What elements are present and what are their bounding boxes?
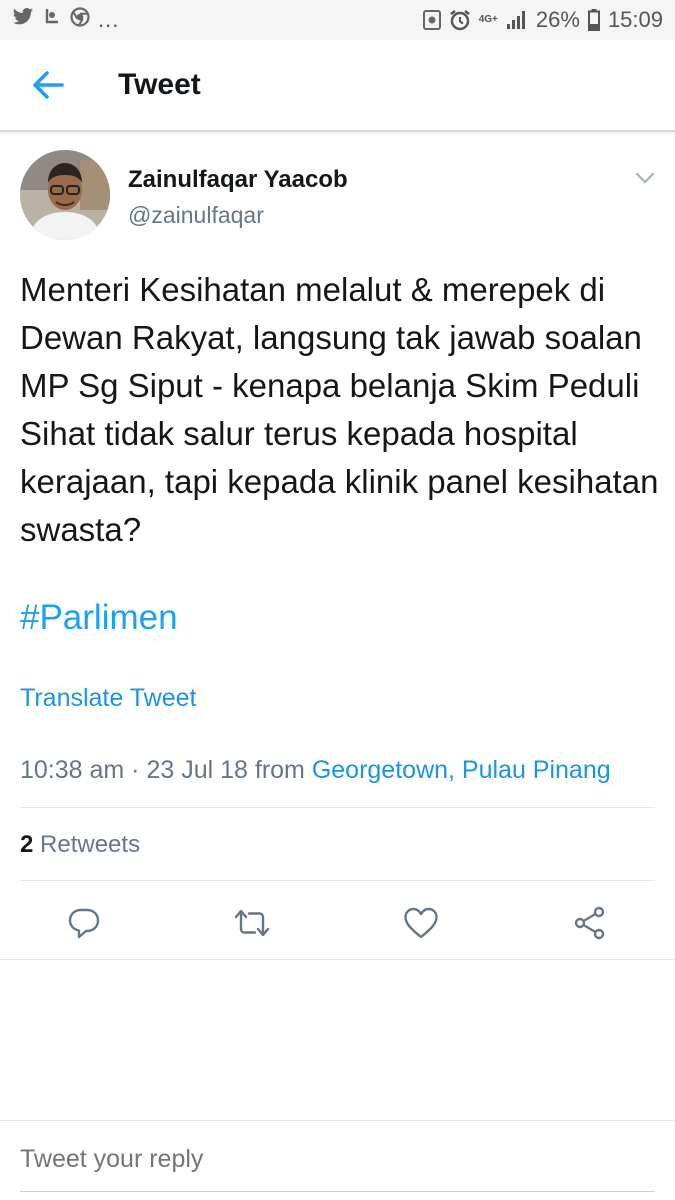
like-icon <box>404 907 438 939</box>
chevron-down-icon <box>635 172 655 184</box>
divider <box>0 959 675 960</box>
author-handle[interactable]: @zainulfaqar <box>128 202 264 229</box>
retweet-count-link[interactable]: 2 Retweets <box>20 831 140 859</box>
author-name[interactable]: Zainulfaqar Yaacob <box>128 166 348 194</box>
tweet-header: Zainulfaqar Yaacob @zainulfaqar <box>20 150 660 240</box>
page-title: Tweet <box>118 68 201 101</box>
translate-tweet-link[interactable]: Translate Tweet <box>20 684 196 713</box>
clock: 15:09 <box>607 7 663 32</box>
chrome-icon <box>70 7 90 33</box>
app-bar: Tweet <box>0 40 675 132</box>
reply-composer <box>0 1120 675 1200</box>
system-status: 4G+ 26% 15:09 <box>422 7 663 33</box>
status-bar: ... 4G+ 26% 15:09 <box>0 0 675 40</box>
tweet-text: Menteri Kesihatan melalut & merepek di D… <box>20 271 659 548</box>
notification-icons: ... <box>12 7 119 33</box>
signal-icon <box>506 10 528 30</box>
share-icon <box>574 906 605 940</box>
more-notifications: ... <box>98 7 120 32</box>
divider <box>20 807 655 808</box>
reply-input[interactable] <box>20 1145 620 1174</box>
app-notification-icon <box>42 7 62 33</box>
tweet-meta: 10:38 am · 23 Jul 18 from Georgetown, Pu… <box>20 756 611 785</box>
back-button[interactable] <box>0 39 96 131</box>
tweet-actions <box>0 888 675 958</box>
cast-icon <box>422 10 441 30</box>
retweet-icon <box>234 909 270 937</box>
share-button[interactable] <box>567 900 613 946</box>
reply-underline <box>20 1191 655 1192</box>
retweet-count: 2 <box>20 831 34 858</box>
location-link[interactable]: Georgetown, Pulau Pinang <box>312 756 611 784</box>
twitter-icon <box>12 7 34 33</box>
divider <box>20 880 655 881</box>
retweet-button[interactable] <box>229 900 275 946</box>
reply-button[interactable] <box>61 900 107 946</box>
avatar[interactable] <box>20 150 110 240</box>
from-label: from <box>254 756 305 784</box>
battery-icon <box>587 9 600 31</box>
battery-percent: 26% <box>535 7 580 32</box>
tweet-timestamp: 10:38 am · 23 Jul 18 <box>20 756 248 784</box>
back-arrow-icon <box>33 71 64 99</box>
like-button[interactable] <box>398 900 444 946</box>
network-type: 4G+ <box>478 14 498 25</box>
retweet-label: Retweets <box>40 831 141 858</box>
hashtag-link[interactable]: #Parlimen <box>20 598 178 638</box>
tweet-menu-button[interactable] <box>630 166 660 190</box>
reply-icon <box>68 908 100 939</box>
alarm-icon <box>449 9 471 31</box>
